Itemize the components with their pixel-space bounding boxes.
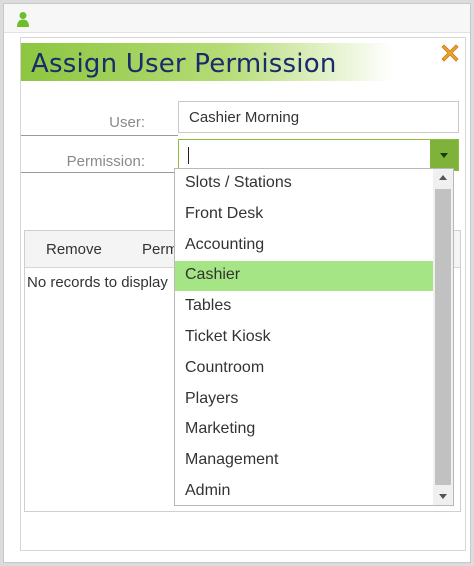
chevron-down-icon [440,153,448,158]
dropdown-option[interactable]: Cashier [175,261,433,292]
permission-divider [21,172,178,173]
window-titlebar [4,4,470,33]
dropdown-option[interactable]: Slots / Stations [175,169,433,199]
remove-button[interactable]: Remove [46,241,102,258]
permission-button[interactable]: Perm [142,241,178,258]
dropdown-option[interactable]: Front Desk [175,200,433,230]
dialog-title: Assign User Permission [31,49,337,79]
permission-combobox[interactable] [178,139,459,171]
scrollbar-thumb[interactable] [435,189,451,485]
dropdown-option[interactable]: Ticket Kiosk [175,323,433,353]
text-cursor [188,147,189,164]
user-field[interactable] [178,101,459,133]
dropdown-toggle-button[interactable] [430,140,458,170]
grid-empty-message: No records to display [27,274,168,291]
dialog-header: Assign User Permission [21,43,393,81]
user-divider [21,135,178,136]
scroll-up-arrow-icon[interactable] [433,169,453,187]
user-icon [17,12,29,27]
permission-dropdown-list[interactable]: Slots / Stations Front Desk Accounting Cash… [174,168,454,506]
user-label: User: [109,114,145,131]
dropdown-option[interactable]: Players [175,385,433,415]
dropdown-option[interactable]: Admin [175,477,433,505]
dropdown-option[interactable]: Tables [175,292,433,322]
dropdown-option[interactable]: Accounting [175,231,433,261]
dropdown-option[interactable]: Countroom [175,354,433,384]
dropdown-option[interactable]: Marketing [175,415,433,445]
dropdown-option[interactable]: Management [175,446,433,476]
permission-label: Permission: [66,153,145,170]
close-icon[interactable] [438,41,462,65]
scroll-down-arrow-icon[interactable] [433,487,453,505]
dropdown-scrollbar[interactable] [433,169,453,505]
